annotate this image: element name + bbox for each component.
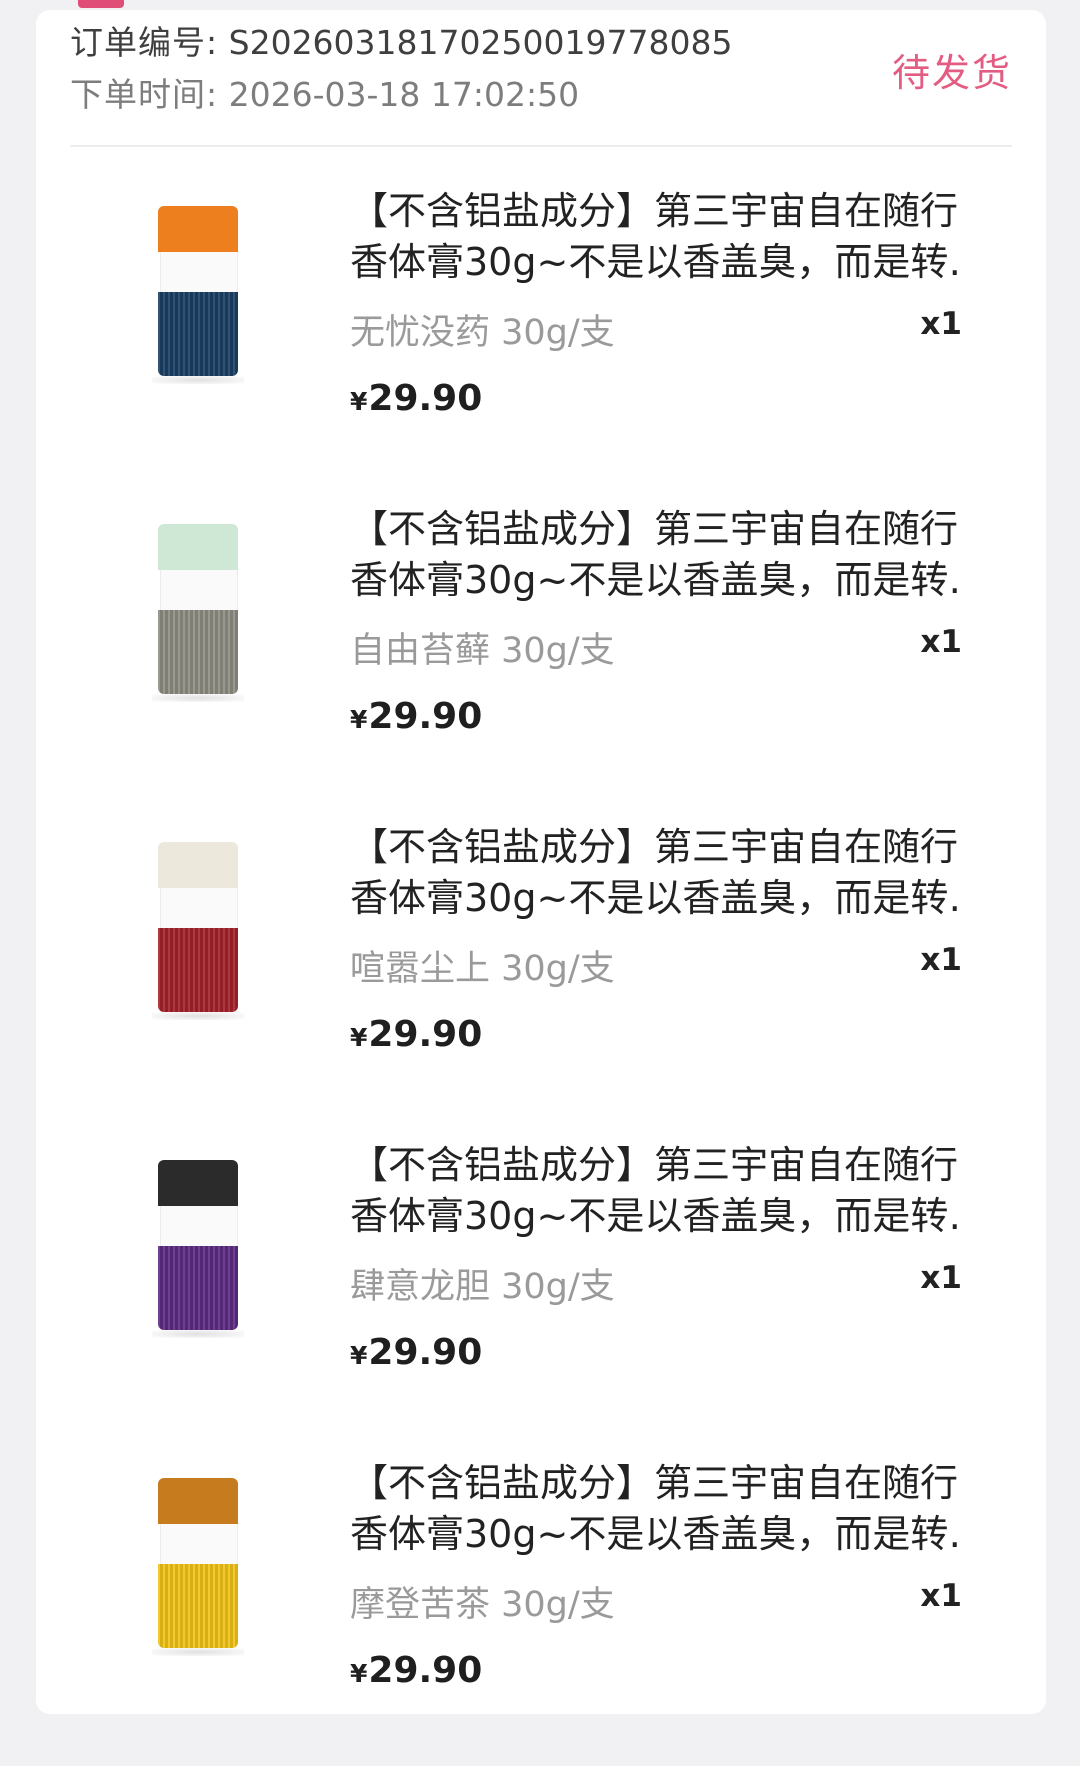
currency-symbol: ¥: [350, 1023, 368, 1052]
product-image[interactable]: [152, 842, 244, 1020]
product-title[interactable]: 【不含铝盐成分】第三宇宙自在随行 香体膏30g~不是以香盖臭，而是转…: [350, 504, 958, 606]
order-item[interactable]: 【不含铝盐成分】第三宇宙自在随行 香体膏30g~不是以香盖臭，而是转… 自由苔藓…: [36, 494, 1046, 812]
product-body: [158, 928, 238, 1012]
product-variant: 摩登苦茶 30g/支: [350, 1585, 615, 1625]
product-image[interactable]: [152, 1160, 244, 1338]
product-variant: 无忧没药 30g/支: [350, 313, 615, 353]
product-cap: [158, 1478, 238, 1524]
order-number-row: 订单编号: S2026031817025001977808​5: [70, 16, 732, 64]
currency-symbol: ¥: [350, 387, 368, 416]
order-time: 2026-03-18 17:02:50: [228, 75, 580, 114]
product-title[interactable]: 【不含铝盐成分】第三宇宙自在随行 香体膏30g~不是以香盖臭，而是转…: [350, 1140, 958, 1242]
product-cap: [158, 206, 238, 252]
currency-symbol: ¥: [350, 1659, 368, 1688]
product-price: ¥29.90: [350, 1650, 483, 1691]
product-cap: [158, 1160, 238, 1206]
order-time-label: 下单时间:: [70, 75, 219, 114]
product-price: ¥29.90: [350, 378, 483, 419]
product-cap: [158, 524, 238, 570]
product-title[interactable]: 【不含铝盐成分】第三宇宙自在随行 香体膏30g~不是以香盖臭，而是转…: [350, 1458, 958, 1560]
product-image[interactable]: [152, 524, 244, 702]
order-item[interactable]: 【不含铝盐成分】第三宇宙自在随行 香体膏30g~不是以香盖臭，而是转… 摩登苦茶…: [36, 1448, 1046, 1766]
product-cap: [158, 842, 238, 888]
product-body: [158, 292, 238, 376]
order-time-row: 下单时间: 2026-03-18 17:02:50: [70, 68, 579, 116]
product-body: [158, 1246, 238, 1330]
product-body: [158, 1564, 238, 1648]
order-item[interactable]: 【不含铝盐成分】第三宇宙自在随行 香体膏30g~不是以香盖臭，而是转… 喧嚣尘上…: [36, 812, 1046, 1130]
currency-symbol: ¥: [350, 705, 368, 734]
order-header: 订单编号: S2026031817025001977808​5 下单时间: 20…: [70, 16, 1012, 146]
product-quantity: x1: [920, 942, 962, 978]
active-tab-indicator: [78, 0, 124, 8]
header-divider: [70, 145, 1012, 147]
order-item[interactable]: 【不含铝盐成分】第三宇宙自在随行 香体膏30g~不是以香盖臭，而是转… 肆意龙胆…: [36, 1130, 1046, 1448]
product-price: ¥29.90: [350, 696, 483, 737]
product-body: [158, 610, 238, 694]
product-image[interactable]: [152, 1478, 244, 1656]
order-number: S2026031817025001977808​5: [228, 23, 733, 62]
order-status-badge: 待发货: [891, 51, 1012, 95]
order-card[interactable]: 订单编号: S2026031817025001977808​5 下单时间: 20…: [36, 10, 1046, 1714]
product-variant: 喧嚣尘上 30g/支: [350, 949, 615, 989]
order-number-label: 订单编号:: [70, 23, 219, 62]
product-title[interactable]: 【不含铝盐成分】第三宇宙自在随行 香体膏30g~不是以香盖臭，而是转…: [350, 822, 958, 924]
order-item[interactable]: 【不含铝盐成分】第三宇宙自在随行 香体膏30g~不是以香盖臭，而是转… 无忧没药…: [36, 176, 1046, 494]
product-quantity: x1: [920, 1578, 962, 1614]
currency-symbol: ¥: [350, 1341, 368, 1370]
product-quantity: x1: [920, 624, 962, 660]
product-variant: 肆意龙胆 30g/支: [350, 1267, 615, 1307]
product-quantity: x1: [920, 306, 962, 342]
product-image[interactable]: [152, 206, 244, 384]
product-price: ¥29.90: [350, 1332, 483, 1373]
product-quantity: x1: [920, 1260, 962, 1296]
product-title[interactable]: 【不含铝盐成分】第三宇宙自在随行 香体膏30g~不是以香盖臭，而是转…: [350, 186, 958, 288]
product-price: ¥29.90: [350, 1014, 483, 1055]
product-variant: 自由苔藓 30g/支: [350, 631, 615, 671]
